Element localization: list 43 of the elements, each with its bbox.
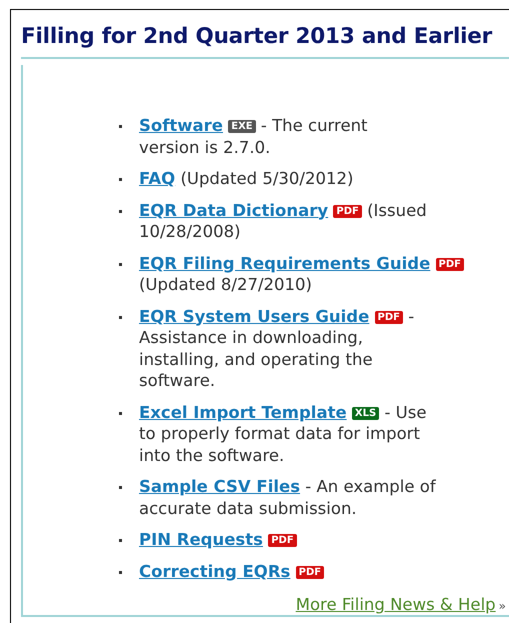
item-description: 10/28/2008) [139, 221, 241, 242]
document-link[interactable]: Software [139, 116, 223, 135]
document-link[interactable]: Excel Import Template [139, 402, 347, 422]
file-type-badge: EXE [228, 120, 256, 133]
document-link[interactable]: EQR System Users Guide [139, 306, 370, 326]
bullet-icon [119, 412, 122, 414]
bullet-icon [119, 539, 122, 542]
document-link[interactable]: Sample CSV Files [139, 477, 300, 496]
file-type-badge: PDF [374, 310, 404, 324]
bullet-icon [119, 178, 122, 181]
item-description: to properly format data for import [139, 423, 420, 444]
file-type-badge: XLS [352, 406, 380, 420]
bullet-icon [119, 570, 122, 574]
item-description: - An example of [305, 477, 436, 496]
section-heading: Filling for 2nd Quarter 2013 and Earlier [21, 24, 509, 59]
document-link[interactable]: PIN Requests [139, 530, 263, 549]
file-type-badge: PDF [436, 258, 464, 270]
bullet-icon [119, 125, 122, 128]
bullet-icon [119, 486, 122, 489]
bullet-icon [119, 210, 122, 212]
bullet-icon [119, 316, 122, 318]
item-description: (Updated 5/30/2012) [180, 169, 354, 188]
item-description: Assistance in downloading, [139, 327, 363, 348]
file-type-badge: PDF [296, 566, 324, 578]
file-type-badge: PDF [333, 204, 362, 218]
document-link[interactable]: EQR Data Dictionary [139, 200, 328, 220]
item-description: into the software. [139, 444, 284, 466]
file-type-badge: PDF [268, 534, 297, 547]
document-link[interactable]: FAQ [139, 169, 176, 188]
item-description: accurate data submission. [139, 498, 357, 519]
item-description: software. [139, 370, 216, 392]
item-description: (Issued [367, 200, 427, 220]
item-description: (Updated 8/27/2010) [139, 275, 312, 294]
double-arrow-icon: » [498, 599, 506, 613]
item-description: - The current [260, 116, 368, 135]
item-description: - [408, 306, 414, 326]
document-link[interactable]: EQR Filing Requirements Guide [139, 254, 430, 272]
document-link[interactable]: Correcting EQRs [139, 562, 290, 580]
bullet-icon [119, 262, 122, 266]
more-link[interactable]: More Filing News & Help [296, 595, 496, 614]
item-description: version is 2.7.0. [139, 136, 270, 158]
item-description: installing, and operating the [139, 348, 373, 370]
item-description: - Use [384, 402, 426, 422]
